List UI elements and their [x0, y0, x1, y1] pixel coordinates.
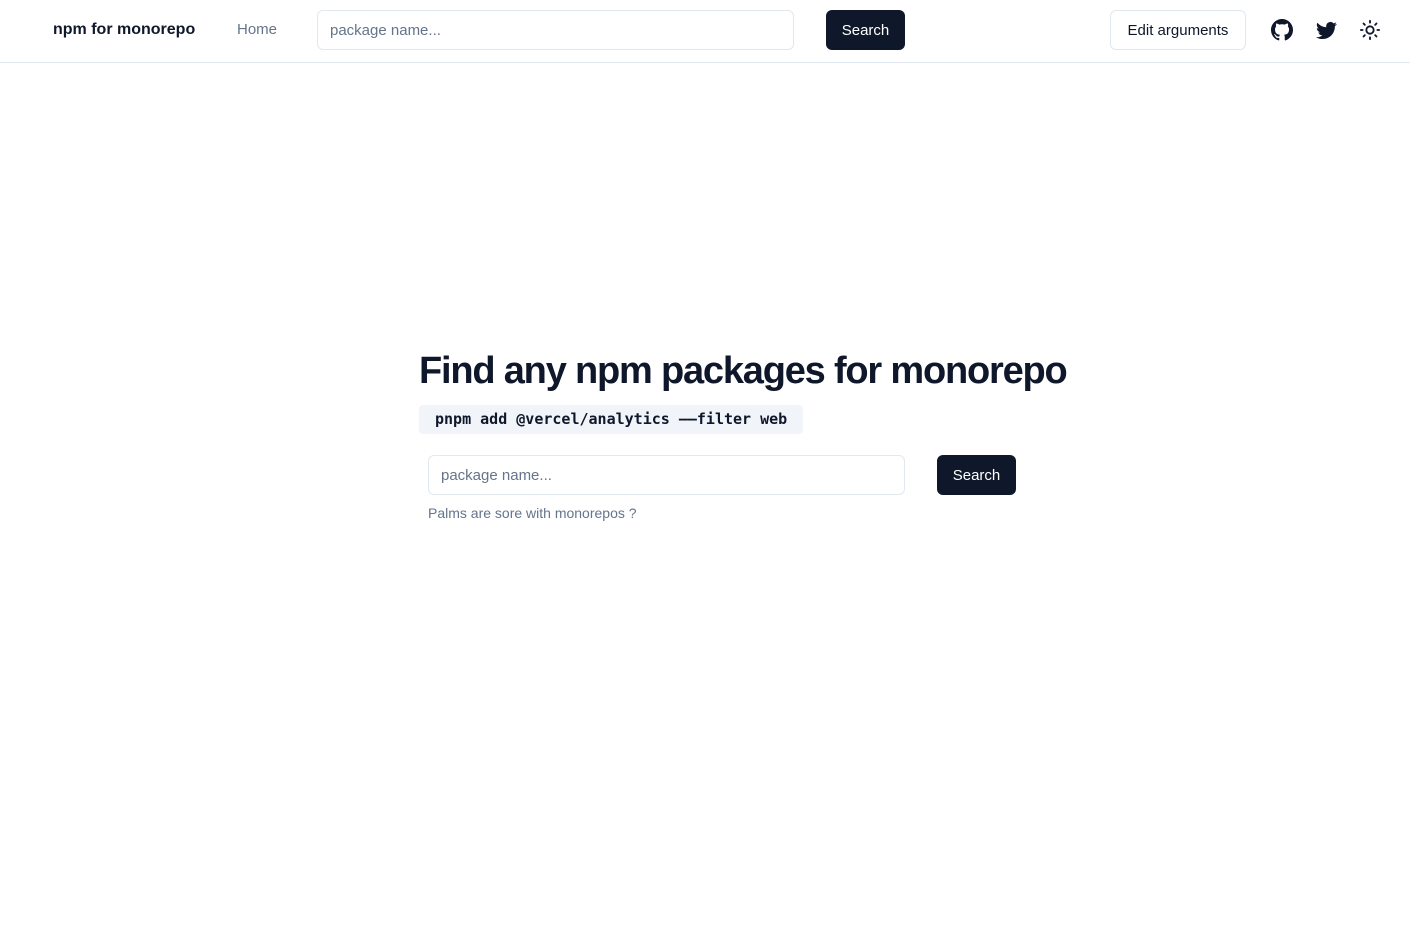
edit-arguments-button[interactable]: Edit arguments: [1110, 10, 1246, 50]
hero-title: Find any npm packages for monorepo: [419, 350, 1068, 392]
sun-icon[interactable]: [1358, 16, 1382, 44]
nav-link-home[interactable]: Home: [237, 20, 277, 40]
install-command: pnpm add @vercel/analytics ——filter web: [419, 405, 804, 434]
hero-search-input[interactable]: [428, 455, 905, 495]
github-icon[interactable]: [1270, 16, 1294, 44]
hero-search-button[interactable]: Search: [937, 455, 1016, 495]
header-search-button[interactable]: Search: [826, 10, 905, 50]
twitter-icon[interactable]: [1314, 16, 1338, 44]
header-search-input[interactable]: [317, 10, 794, 50]
top-header: npm for monorepo Home Search Edit argume…: [0, 0, 1410, 63]
brand-title[interactable]: npm for monorepo: [53, 20, 195, 40]
hint-text: Palms are sore with monorepos ?: [428, 505, 637, 521]
